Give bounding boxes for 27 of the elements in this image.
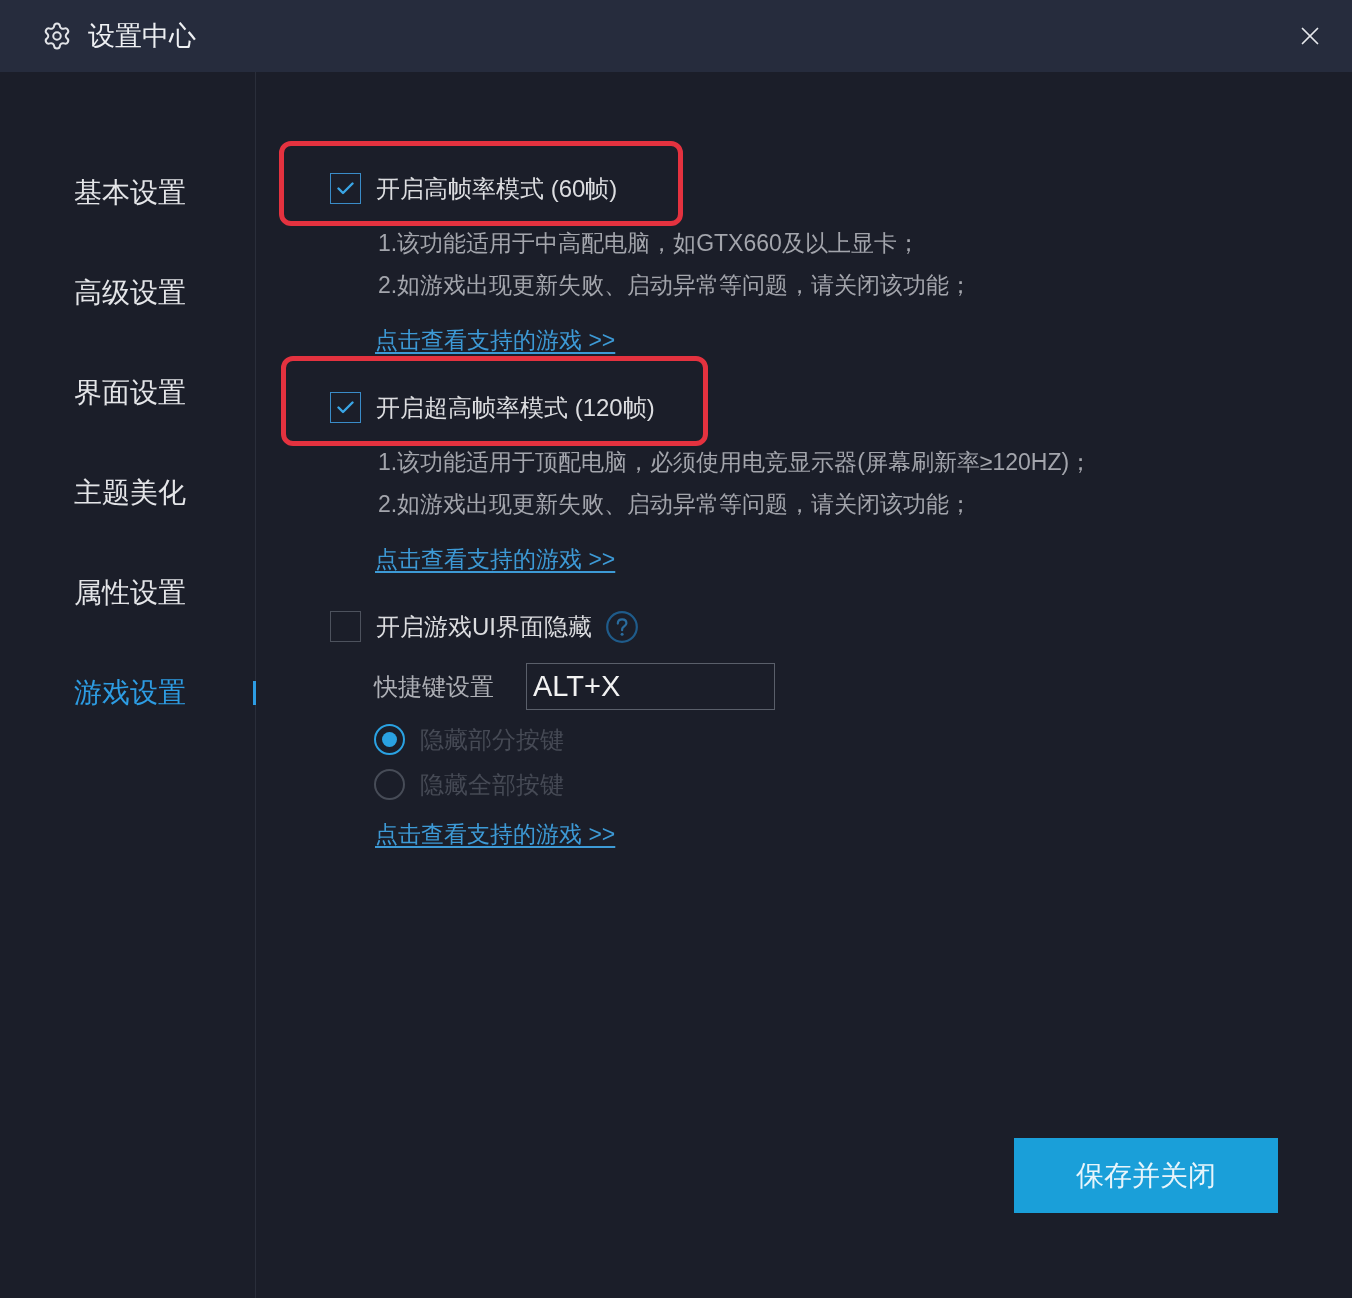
help-icon[interactable] bbox=[606, 610, 638, 643]
sidebar-item[interactable]: 游戏设置 bbox=[0, 673, 255, 713]
sidebar-item[interactable]: 高级设置 bbox=[0, 273, 255, 313]
note-text: 1.该功能适用于中高配电脑，如GTX660及以上显卡； bbox=[378, 229, 921, 258]
supported-games-link[interactable]: 点击查看支持的游戏 >> bbox=[375, 819, 616, 849]
checkbox[interactable] bbox=[330, 392, 361, 423]
check-icon bbox=[337, 401, 354, 414]
sidebar-item[interactable]: 属性设置 bbox=[0, 573, 255, 613]
supported-games-link[interactable]: 点击查看支持的游戏 >> bbox=[375, 544, 616, 574]
active-indicator-icon bbox=[253, 681, 256, 705]
sidebar-item[interactable]: 主题美化 bbox=[0, 473, 255, 513]
sidebar-item[interactable]: 基本设置 bbox=[0, 173, 255, 213]
supported-games-link[interactable]: 点击查看支持的游戏 >> bbox=[375, 325, 616, 355]
note-text: 1.该功能适用于顶配电脑，必须使用电竞显示器(屏幕刷新率≥120HZ)； bbox=[378, 448, 1094, 477]
note-text: 2.如游戏出现更新失败、启动异常等问题，请关闭该功能； bbox=[378, 490, 974, 519]
window-title: 设置中心 bbox=[88, 20, 196, 52]
settings-icon bbox=[42, 21, 72, 51]
option-label: 开启超高帧率模式 (120帧) bbox=[376, 393, 655, 423]
option-label: 开启游戏UI界面隐藏 bbox=[376, 612, 592, 642]
option-label: 开启高帧率模式 (60帧) bbox=[376, 174, 618, 204]
check-icon bbox=[337, 182, 354, 195]
checkbox[interactable] bbox=[330, 611, 361, 642]
checkbox[interactable] bbox=[330, 173, 361, 204]
hotkey-label: 快捷键设置 bbox=[374, 671, 494, 702]
hotkey-field[interactable]: ALT+X bbox=[526, 663, 775, 710]
note-text: 2.如游戏出现更新失败、启动异常等问题，请关闭该功能； bbox=[378, 271, 974, 300]
sidebar-item[interactable]: 界面设置 bbox=[0, 373, 255, 413]
